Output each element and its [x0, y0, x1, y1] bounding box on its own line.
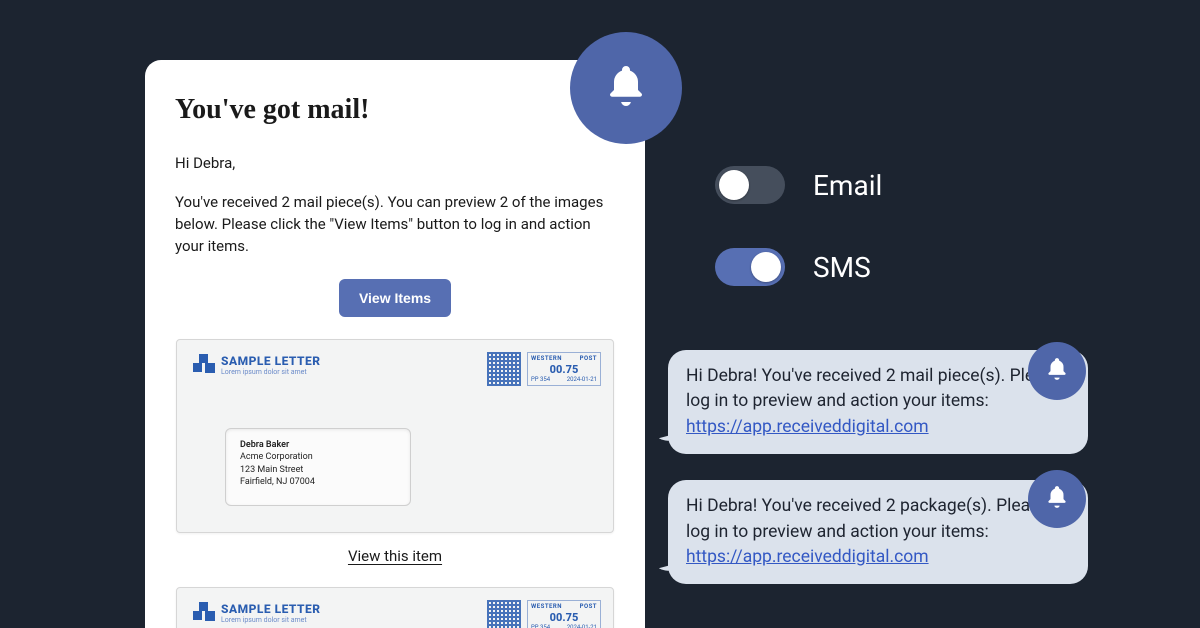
bell-icon [1044, 484, 1070, 514]
envelope-address-window: Debra Baker Acme Corporation 123 Main St… [225, 428, 411, 506]
qr-code-icon [487, 352, 521, 386]
postage-code: PP 354 [531, 376, 550, 383]
notification-toggles: Email SMS [715, 166, 882, 330]
postage-price: 00.75 [531, 611, 597, 624]
recipient-company: Acme Corporation [240, 451, 396, 463]
postage-carrier-right: POST [580, 603, 597, 610]
sms-link[interactable]: https://app.receiveddigital.com [686, 417, 929, 437]
recipient-name: Debra Baker [240, 439, 396, 451]
sms-message-bubble: Hi Debra! You've received 2 mail piece(s… [668, 350, 1088, 454]
sender-logo-subtitle: Lorem ipsum dolor sit amet [221, 369, 321, 376]
sms-toggle-label: SMS [813, 251, 871, 284]
postage-price: 00.75 [531, 363, 597, 376]
sms-link[interactable]: https://app.receiveddigital.com [686, 547, 929, 567]
envelope-postage-area: WESTERN POST 00.75 PP 354 2024-01-21 [487, 600, 601, 628]
sender-logo-title: SAMPLE LETTER [221, 603, 321, 615]
bell-icon [602, 62, 650, 114]
postage-stamp: WESTERN POST 00.75 PP 354 2024-01-21 [527, 352, 601, 386]
mail-envelope-preview: SAMPLE LETTER Lorem ipsum dolor sit amet… [176, 587, 614, 628]
notification-bell-badge [1028, 470, 1086, 528]
postage-carrier-left: WESTERN [531, 603, 562, 610]
postage-carrier-left: WESTERN [531, 355, 562, 362]
sender-logo-title: SAMPLE LETTER [221, 355, 321, 367]
qr-code-icon [487, 600, 521, 628]
sms-text: Hi Debra! You've received 2 mail piece(s… [686, 366, 1062, 411]
sender-logo-subtitle: Lorem ipsum dolor sit amet [221, 617, 321, 624]
envelope-sender-logo: SAMPLE LETTER Lorem ipsum dolor sit amet [193, 602, 321, 624]
notification-bell-badge [570, 32, 682, 144]
mail-envelope-preview: SAMPLE LETTER Lorem ipsum dolor sit amet… [176, 339, 614, 533]
email-greeting: Hi Debra, [175, 154, 615, 172]
view-this-item-link[interactable]: View this item [348, 547, 442, 565]
postage-stamp: WESTERN POST 00.75 PP 354 2024-01-21 [527, 600, 601, 628]
sender-logo-icon [193, 602, 215, 624]
email-body-text: You've received 2 mail piece(s). You can… [175, 192, 615, 257]
postage-code: PP 354 [531, 624, 550, 628]
envelope-sender-logo: SAMPLE LETTER Lorem ipsum dolor sit amet [193, 354, 321, 376]
email-title: You've got mail! [175, 94, 615, 126]
envelope-postage-area: WESTERN POST 00.75 PP 354 2024-01-21 [487, 352, 601, 386]
email-toggle-label: Email [813, 169, 882, 202]
sms-text: Hi Debra! You've received 2 package(s). … [686, 496, 1049, 541]
email-toggle[interactable] [715, 166, 785, 204]
sms-toggle-row: SMS [715, 248, 882, 286]
email-preview-card: You've got mail! Hi Debra, You've receiv… [145, 60, 645, 628]
postage-carrier-right: POST [580, 355, 597, 362]
bell-icon [1044, 356, 1070, 386]
postage-date: 2024-01-21 [567, 376, 597, 383]
email-toggle-row: Email [715, 166, 882, 204]
postage-date: 2024-01-21 [567, 624, 597, 628]
sms-toggle[interactable] [715, 248, 785, 286]
sms-message-bubble: Hi Debra! You've received 2 package(s). … [668, 480, 1088, 584]
sender-logo-icon [193, 354, 215, 376]
view-items-button[interactable]: View Items [339, 279, 451, 317]
notification-bell-badge [1028, 342, 1086, 400]
recipient-city: Fairfield, NJ 07004 [240, 476, 396, 488]
recipient-street: 123 Main Street [240, 464, 396, 476]
